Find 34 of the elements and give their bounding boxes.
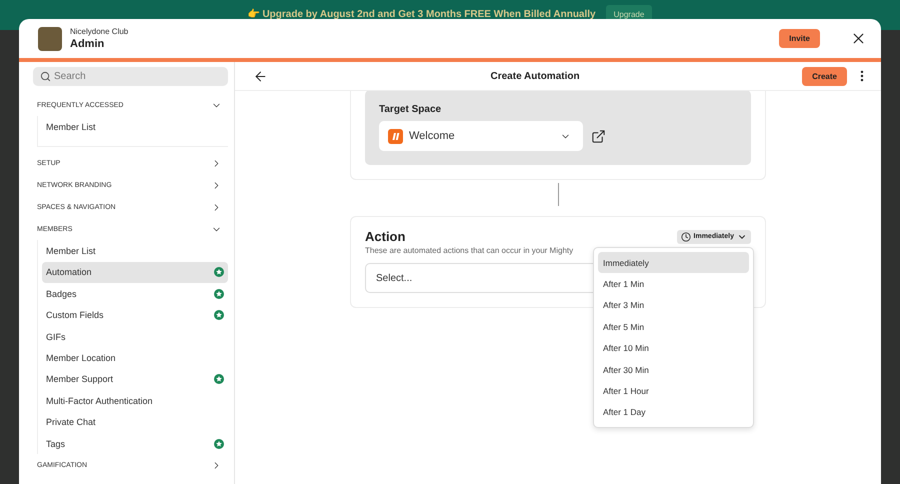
sidebar-item[interactable]: Private Chat: [42, 412, 228, 433]
action-title: Action: [365, 229, 406, 244]
invite-button[interactable]: Invite: [779, 29, 820, 48]
back-arrow-icon[interactable]: [253, 68, 268, 84]
sidebar-item[interactable]: Member Location: [42, 347, 228, 369]
action-description: These are automated actions that can occur in your Mighty: [365, 246, 574, 255]
page-title: Create Automation: [490, 70, 581, 82]
banner-text: 👉 Upgrade by August 2nd and Get 3 Months FREE When Billed Annually: [248, 8, 596, 20]
star-badge-icon: [214, 438, 224, 449]
search-icon: [40, 71, 51, 82]
star-badge-icon: [214, 267, 224, 278]
sidebar-item[interactable]: Member Support: [42, 368, 228, 390]
sidebar-item[interactable]: Badges: [42, 283, 228, 305]
modal-title: Admin: [70, 38, 106, 50]
star-badge-icon: [214, 374, 224, 384]
space-icon: [388, 128, 403, 144]
network-name: Nicelydone Club: [70, 27, 130, 36]
target-space-label: Target Space: [379, 104, 442, 115]
sidebar-item[interactable]: Automation: [42, 262, 228, 284]
photo-placeholder: [38, 26, 62, 50]
star-badge-icon: [214, 288, 224, 299]
clock-icon: [680, 232, 691, 242]
sidebar-item[interactable]: GIFs: [42, 326, 228, 348]
sidebar-item[interactable]: Custom Fields: [42, 304, 228, 326]
external-link-icon[interactable]: [591, 128, 606, 144]
search-field[interactable]: Search: [33, 67, 228, 86]
create-button[interactable]: Create: [802, 66, 847, 86]
menu-option[interactable]: Immediately: [598, 252, 749, 274]
sidebar-item[interactable]: Member List: [42, 116, 228, 138]
star-badge-icon: [214, 310, 224, 320]
sidebar-item[interactable]: Tags: [42, 432, 228, 454]
sidebar-item[interactable]: Member List: [42, 240, 228, 262]
space-select[interactable]: Welcome: [379, 121, 583, 151]
sidebar-item[interactable]: Multi-Factor Authentication: [42, 390, 228, 412]
